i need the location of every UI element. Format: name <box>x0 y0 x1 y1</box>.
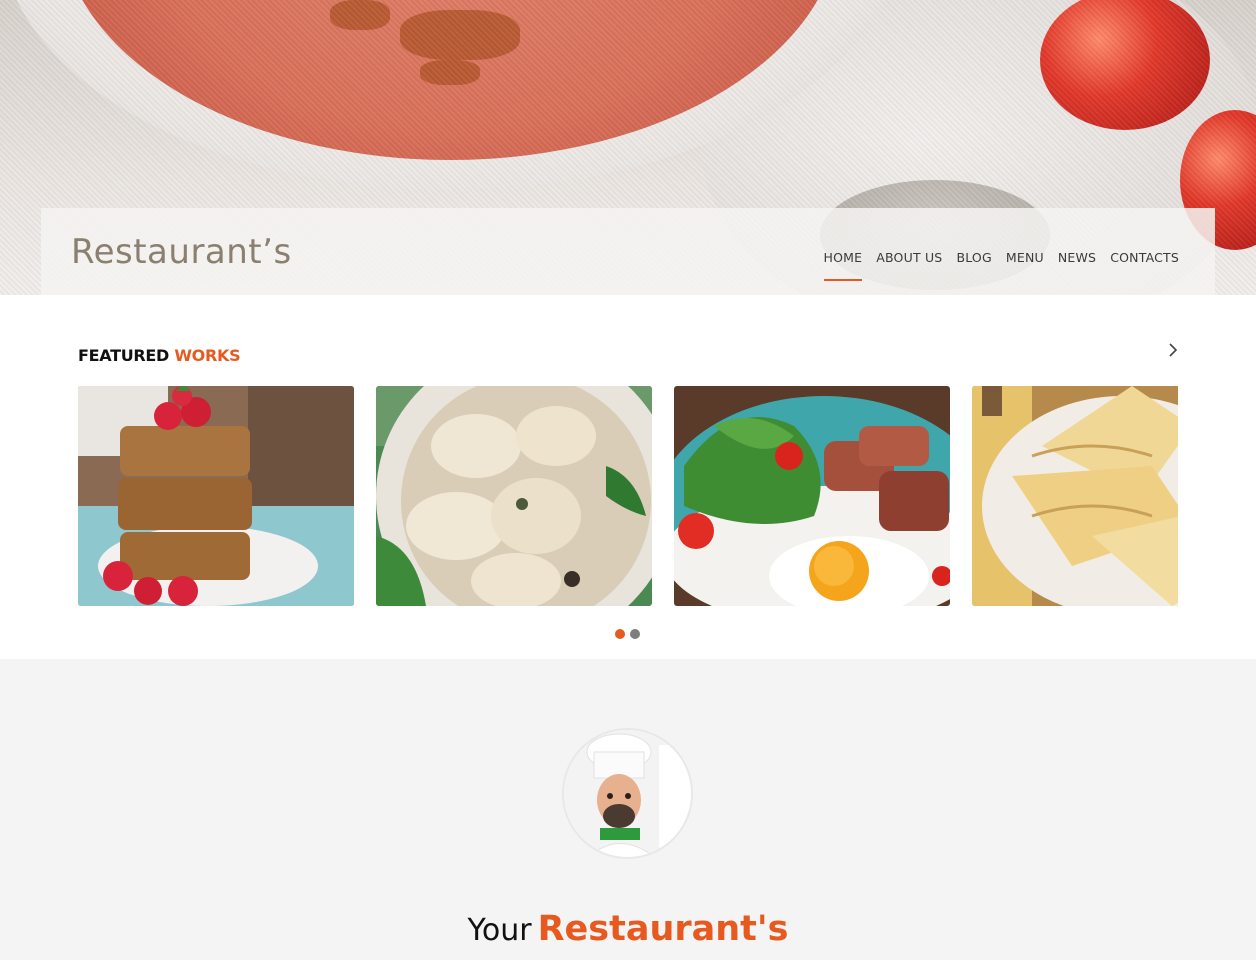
featured-title-part1: FEATURED <box>78 346 170 365</box>
nav-item-about-us[interactable]: ABOUT US <box>876 250 942 273</box>
site-logo[interactable]: Restaurant’s <box>71 232 292 272</box>
featured-works-section: FEATURED WORKS <box>0 295 1256 659</box>
nav-item-contacts[interactable]: CONTACTS <box>1110 250 1179 273</box>
featured-title-part2: WORKS <box>174 346 241 365</box>
featured-item-steak-egg[interactable] <box>674 386 950 606</box>
site-header: Restaurant’s HOME ABOUT US BLOG MENU NEW… <box>41 208 1215 295</box>
nav-item-news[interactable]: NEWS <box>1058 250 1096 273</box>
featured-works-title: FEATURED WORKS <box>78 346 241 365</box>
chef-avatar <box>562 728 693 859</box>
featured-item-oat-bars[interactable] <box>78 386 354 606</box>
nav-item-home[interactable]: HOME <box>823 250 863 281</box>
chef-section: Your Restaurant's <box>0 659 1256 960</box>
carousel-dot-1[interactable] <box>615 629 625 639</box>
main-nav: HOME ABOUT US BLOG MENU NEWS CONTACTS <box>823 250 1179 281</box>
chevron-right-icon[interactable] <box>1166 343 1180 357</box>
featured-carousel <box>78 386 1178 606</box>
nav-item-blog[interactable]: BLOG <box>956 250 991 273</box>
headline: Your Restaurant's <box>0 909 1256 949</box>
carousel-pagination <box>615 629 640 639</box>
carousel-dot-2[interactable] <box>630 629 640 639</box>
headline-part2: Restaurant's <box>537 909 789 949</box>
featured-item-crepes[interactable] <box>972 386 1178 606</box>
nav-item-menu[interactable]: MENU <box>1006 250 1044 273</box>
headline-part1: Your <box>467 913 532 948</box>
featured-item-dumplings[interactable] <box>376 386 652 606</box>
